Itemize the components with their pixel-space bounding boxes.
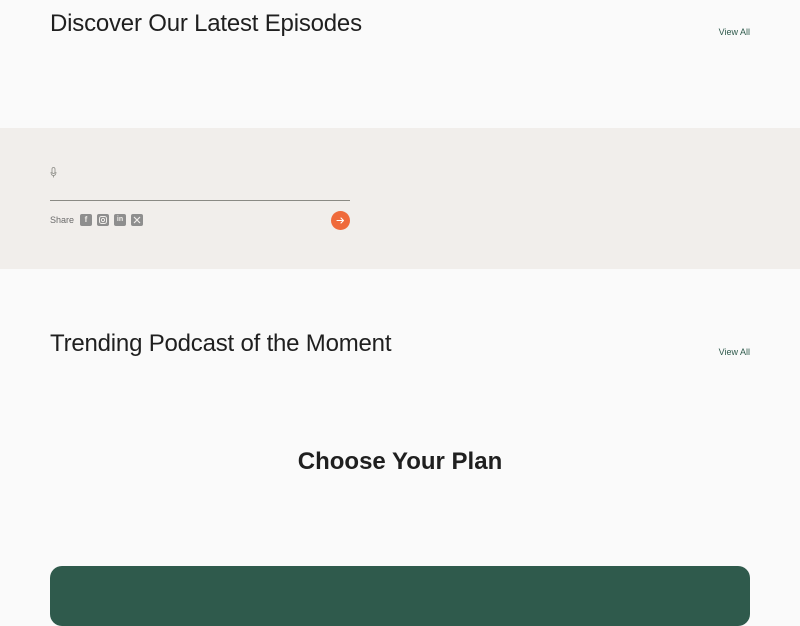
linkedin-icon[interactable]: in [114,214,126,226]
player-divider [50,200,350,201]
share-label: Share [50,215,75,225]
episodes-title: Discover Our Latest Episodes [50,10,362,37]
microphone-icon [50,167,57,178]
facebook-icon[interactable]: f [80,214,92,226]
plan-card [50,566,750,626]
instagram-icon[interactable] [97,214,109,226]
arrow-right-icon [336,217,345,224]
plans-title: Choose Your Plan [297,448,503,475]
episodes-view-all-link[interactable]: View All [719,27,750,37]
trending-view-all-link[interactable]: View All [719,347,750,357]
x-icon[interactable] [131,214,143,226]
play-button[interactable] [331,211,350,230]
episode-player-band [0,128,800,269]
trending-title: Trending Podcast of the Moment [50,330,392,357]
